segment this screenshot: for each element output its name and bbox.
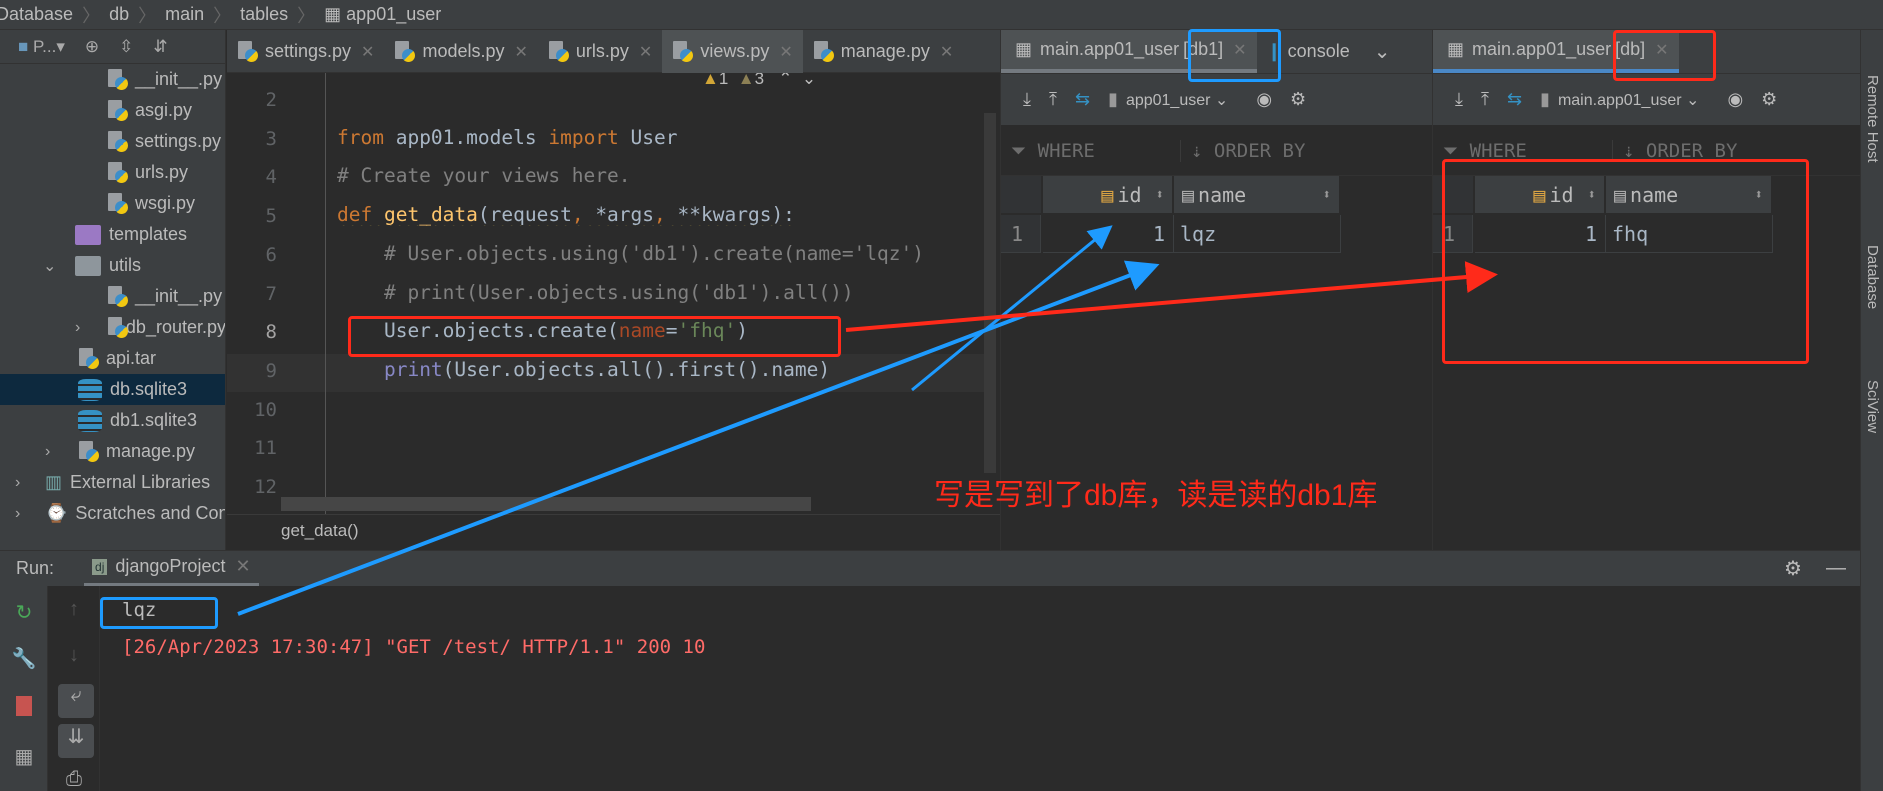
annotation-text: 写是写到了db库，读是读的db1库 <box>934 479 1378 512</box>
red-arrow-create-to-db <box>845 261 1498 332</box>
annotation-arrows <box>237 225 1498 616</box>
blue-arrow-console-to-db1 <box>237 260 1160 616</box>
